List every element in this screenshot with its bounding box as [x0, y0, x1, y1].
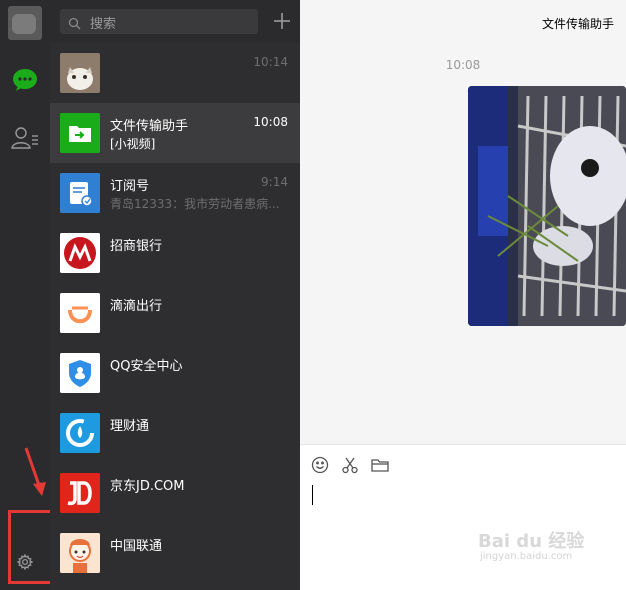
- plus-icon: [270, 13, 294, 37]
- contact-avatar: [60, 53, 100, 93]
- chat-item-cmb[interactable]: 招商银行: [50, 223, 300, 283]
- chat-item-jd[interactable]: 京东JD.COM: [50, 463, 300, 523]
- watermark-logo: Bai du 经验: [478, 531, 585, 552]
- chat-item-file-transfer[interactable]: 文件传输助手 10:08 [小视频]: [50, 103, 300, 163]
- chat-time: 10:08: [253, 115, 288, 129]
- chat-list-panel: 搜索 10:14 文件传输助手 10:08 [小视频] 订阅号 9:14 青岛1…: [50, 0, 300, 590]
- chat-name: QQ安全中心: [110, 359, 183, 374]
- send-file-button[interactable]: [370, 457, 390, 477]
- screenshot-button[interactable]: [340, 457, 360, 477]
- message-composer[interactable]: Bai du 经验 jingyan.baidu.com: [300, 444, 626, 590]
- search-bar: 搜索: [50, 0, 300, 42]
- chat-time: 9:14: [261, 175, 288, 189]
- add-chat-button[interactable]: [270, 9, 294, 33]
- chat-icon: [12, 68, 38, 96]
- chat-name: 文件传输助手: [110, 119, 189, 134]
- composer-toolbar: [310, 456, 390, 478]
- message-timestamp: 10:08: [445, 58, 481, 72]
- user-avatar[interactable]: [8, 6, 42, 40]
- chat-window: 文件传输助手 10:08 Bai du 经验 jingyan.baidu.com: [300, 0, 626, 590]
- licaitong-avatar: [60, 413, 100, 453]
- didi-avatar: [60, 293, 100, 333]
- chat-name: 滴滴出行: [110, 299, 163, 314]
- chat-item-didi[interactable]: 滴滴出行: [50, 283, 300, 343]
- cmb-avatar: [60, 233, 100, 273]
- annotation-arrow: [24, 447, 46, 496]
- chat-preview: [小视频]: [110, 137, 156, 151]
- chat-name: 招商银行: [110, 239, 163, 254]
- chat-time: 10:14: [253, 55, 288, 69]
- chat-title: 文件传输助手: [541, 17, 614, 31]
- nav-rail: [0, 0, 50, 590]
- chat-item-contact[interactable]: 10:14: [50, 43, 300, 103]
- emoji-button[interactable]: [310, 456, 330, 478]
- scissors-icon: [341, 456, 359, 478]
- chat-name: 中国联通: [110, 539, 163, 554]
- folder-icon: [371, 457, 389, 477]
- chat-item-unicom[interactable]: 中国联通: [50, 523, 300, 583]
- chat-item-qq-security[interactable]: QQ安全中心: [50, 343, 300, 403]
- jd-avatar: [60, 473, 100, 513]
- file-transfer-avatar: [60, 113, 100, 153]
- subscriptions-avatar: [60, 173, 100, 213]
- unicom-avatar: [60, 533, 100, 573]
- chat-item-subscriptions[interactable]: 订阅号 9:14 青岛12333：我市劳动者患病...: [50, 163, 300, 223]
- chat-name: 京东JD.COM: [110, 479, 185, 494]
- emoji-icon: [311, 456, 329, 478]
- chat-name: 理财通: [110, 419, 150, 434]
- text-cursor: [312, 485, 313, 505]
- video-message[interactable]: [468, 86, 626, 326]
- chat-name: 订阅号: [110, 179, 150, 194]
- chat-item-licaitong[interactable]: 理财通: [50, 403, 300, 463]
- nav-contacts[interactable]: [0, 120, 50, 160]
- chat-preview: 青岛12333：我市劳动者患病...: [110, 197, 280, 211]
- watermark-url: jingyan.baidu.com: [480, 551, 573, 562]
- search-placeholder: 搜索: [90, 17, 117, 32]
- search-icon: [68, 15, 81, 34]
- nav-chats[interactable]: [0, 62, 50, 102]
- search-input[interactable]: 搜索: [60, 9, 258, 34]
- contacts-icon: [11, 126, 39, 154]
- qq-security-avatar: [60, 353, 100, 393]
